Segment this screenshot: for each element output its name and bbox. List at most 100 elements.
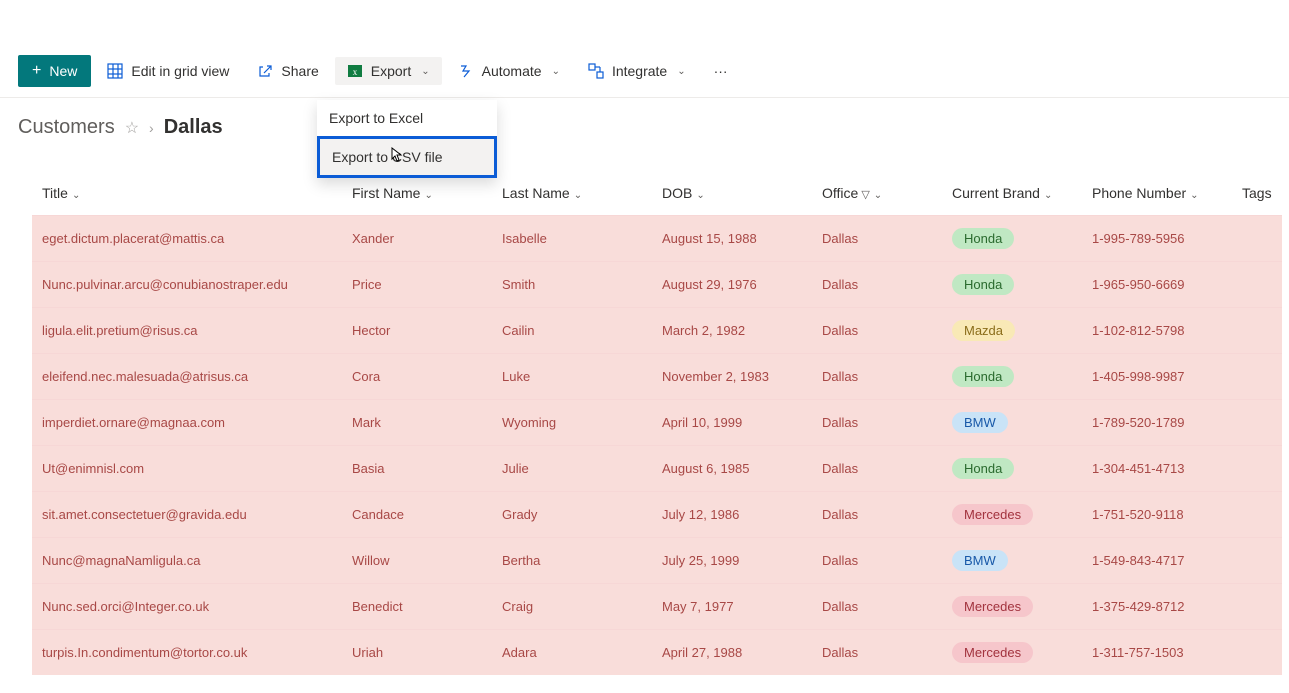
dob-cell: August 6, 1985 bbox=[652, 446, 812, 492]
title-cell: Ut@enimnisl.com bbox=[32, 446, 342, 492]
new-button[interactable]: + New bbox=[18, 55, 91, 87]
office-cell: Dallas bbox=[812, 538, 942, 584]
command-bar: + New Edit in grid view Share x Export ⌄ bbox=[0, 45, 1289, 98]
integrate-icon bbox=[588, 63, 604, 79]
office-cell: Dallas bbox=[812, 584, 942, 630]
chevron-down-icon: ⌄ bbox=[677, 66, 685, 77]
excel-icon: x bbox=[347, 63, 363, 79]
share-icon bbox=[257, 63, 273, 79]
brand-pill: BMW bbox=[952, 412, 1008, 433]
chevron-down-icon: ⌄ bbox=[874, 190, 882, 201]
tags-cell bbox=[1232, 216, 1282, 262]
export-to-csv-item[interactable]: Export to CSV file bbox=[317, 136, 497, 178]
table-row[interactable]: eget.dictum.placerat@mattis.caXanderIsab… bbox=[32, 216, 1282, 262]
chevron-down-icon: ⌄ bbox=[424, 190, 432, 201]
chevron-down-icon: ⌄ bbox=[1044, 190, 1052, 201]
office-cell: Dallas bbox=[812, 400, 942, 446]
edit-grid-button[interactable]: Edit in grid view bbox=[95, 57, 241, 85]
header-row: Title⌄ First Name⌄ Last Name⌄ DOB⌄ Offic… bbox=[32, 175, 1282, 216]
table-row[interactable]: Ut@enimnisl.comBasiaJulieAugust 6, 1985D… bbox=[32, 446, 1282, 492]
office-cell: Dallas bbox=[812, 446, 942, 492]
share-button[interactable]: Share bbox=[245, 57, 330, 85]
col-header-dob[interactable]: DOB⌄ bbox=[652, 175, 812, 216]
export-csv-label: Export to CSV file bbox=[332, 149, 443, 165]
dob-cell: April 27, 1988 bbox=[652, 630, 812, 676]
last-name-cell: Grady bbox=[492, 492, 652, 538]
chevron-down-icon: ⌄ bbox=[696, 190, 704, 201]
tags-cell bbox=[1232, 584, 1282, 630]
brand-pill: Mercedes bbox=[952, 504, 1033, 525]
filter-icon: ▽ bbox=[861, 189, 869, 201]
dob-cell: August 15, 1988 bbox=[652, 216, 812, 262]
export-excel-label: Export to Excel bbox=[329, 110, 423, 126]
tags-cell bbox=[1232, 538, 1282, 584]
brand-cell: Mercedes bbox=[942, 584, 1082, 630]
svg-text:x: x bbox=[353, 67, 358, 77]
integrate-button[interactable]: Integrate ⌄ bbox=[576, 57, 698, 85]
first-name-cell: Cora bbox=[342, 354, 492, 400]
automate-button[interactable]: Automate ⌄ bbox=[446, 57, 572, 85]
phone-cell: 1-995-789-5956 bbox=[1082, 216, 1232, 262]
brand-pill: BMW bbox=[952, 550, 1008, 571]
col-header-brand[interactable]: Current Brand⌄ bbox=[942, 175, 1082, 216]
data-table: Title⌄ First Name⌄ Last Name⌄ DOB⌄ Offic… bbox=[32, 175, 1282, 675]
title-cell: eget.dictum.placerat@mattis.ca bbox=[32, 216, 342, 262]
table-row[interactable]: imperdiet.ornare@magnaa.comMarkWyomingAp… bbox=[32, 400, 1282, 446]
last-name-cell: Luke bbox=[492, 354, 652, 400]
col-header-phone[interactable]: Phone Number⌄ bbox=[1082, 175, 1232, 216]
table-row[interactable]: Nunc@magnaNamligula.caWillowBerthaJuly 2… bbox=[32, 538, 1282, 584]
brand-cell: Mercedes bbox=[942, 492, 1082, 538]
automate-label: Automate bbox=[482, 63, 542, 79]
col-header-tags[interactable]: Tags bbox=[1232, 175, 1282, 216]
tags-cell bbox=[1232, 262, 1282, 308]
col-header-first-name[interactable]: First Name⌄ bbox=[342, 175, 492, 216]
last-name-cell: Cailin bbox=[492, 308, 652, 354]
tags-cell bbox=[1232, 308, 1282, 354]
first-name-cell: Benedict bbox=[342, 584, 492, 630]
first-name-cell: Price bbox=[342, 262, 492, 308]
list-name[interactable]: Customers bbox=[18, 116, 115, 139]
phone-cell: 1-549-843-4717 bbox=[1082, 538, 1232, 584]
tags-cell bbox=[1232, 630, 1282, 676]
phone-cell: 1-965-950-6669 bbox=[1082, 262, 1232, 308]
phone-cell: 1-375-429-8712 bbox=[1082, 584, 1232, 630]
last-name-cell: Smith bbox=[492, 262, 652, 308]
office-cell: Dallas bbox=[812, 308, 942, 354]
office-cell: Dallas bbox=[812, 262, 942, 308]
export-button[interactable]: x Export ⌄ bbox=[335, 57, 442, 85]
phone-cell: 1-751-520-9118 bbox=[1082, 492, 1232, 538]
first-name-cell: Uriah bbox=[342, 630, 492, 676]
brand-pill: Honda bbox=[952, 458, 1014, 479]
last-name-cell: Adara bbox=[492, 630, 652, 676]
table-row[interactable]: Nunc.sed.orci@Integer.co.ukBenedictCraig… bbox=[32, 584, 1282, 630]
last-name-cell: Wyoming bbox=[492, 400, 652, 446]
brand-cell: Mazda bbox=[942, 308, 1082, 354]
new-button-label: New bbox=[49, 63, 77, 79]
first-name-cell: Willow bbox=[342, 538, 492, 584]
export-to-excel-item[interactable]: Export to Excel bbox=[317, 100, 497, 136]
table-row[interactable]: Nunc.pulvinar.arcu@conubianostraper.eduP… bbox=[32, 262, 1282, 308]
title-cell: Nunc.pulvinar.arcu@conubianostraper.edu bbox=[32, 262, 342, 308]
col-header-title[interactable]: Title⌄ bbox=[32, 175, 342, 216]
table-row[interactable]: ligula.elit.pretium@risus.caHectorCailin… bbox=[32, 308, 1282, 354]
tags-cell bbox=[1232, 354, 1282, 400]
dob-cell: April 10, 1999 bbox=[652, 400, 812, 446]
more-button[interactable]: ··· bbox=[702, 57, 740, 85]
phone-cell: 1-102-812-5798 bbox=[1082, 308, 1232, 354]
title-cell: imperdiet.ornare@magnaa.com bbox=[32, 400, 342, 446]
brand-pill: Honda bbox=[952, 366, 1014, 387]
first-name-cell: Candace bbox=[342, 492, 492, 538]
dob-cell: July 12, 1986 bbox=[652, 492, 812, 538]
col-header-last-name[interactable]: Last Name⌄ bbox=[492, 175, 652, 216]
table-row[interactable]: turpis.In.condimentum@tortor.co.ukUriahA… bbox=[32, 630, 1282, 676]
col-header-office[interactable]: Office▽⌄ bbox=[812, 175, 942, 216]
table-row[interactable]: sit.amet.consectetuer@gravida.eduCandace… bbox=[32, 492, 1282, 538]
favorite-star-icon[interactable]: ☆ bbox=[125, 118, 139, 138]
office-cell: Dallas bbox=[812, 354, 942, 400]
export-label: Export bbox=[371, 63, 411, 79]
table-row[interactable]: eleifend.nec.malesuada@atrisus.caCoraLuk… bbox=[32, 354, 1282, 400]
chevron-down-icon: ⌄ bbox=[421, 66, 429, 77]
title-cell: turpis.In.condimentum@tortor.co.uk bbox=[32, 630, 342, 676]
phone-cell: 1-304-451-4713 bbox=[1082, 446, 1232, 492]
cursor-icon bbox=[390, 147, 404, 166]
